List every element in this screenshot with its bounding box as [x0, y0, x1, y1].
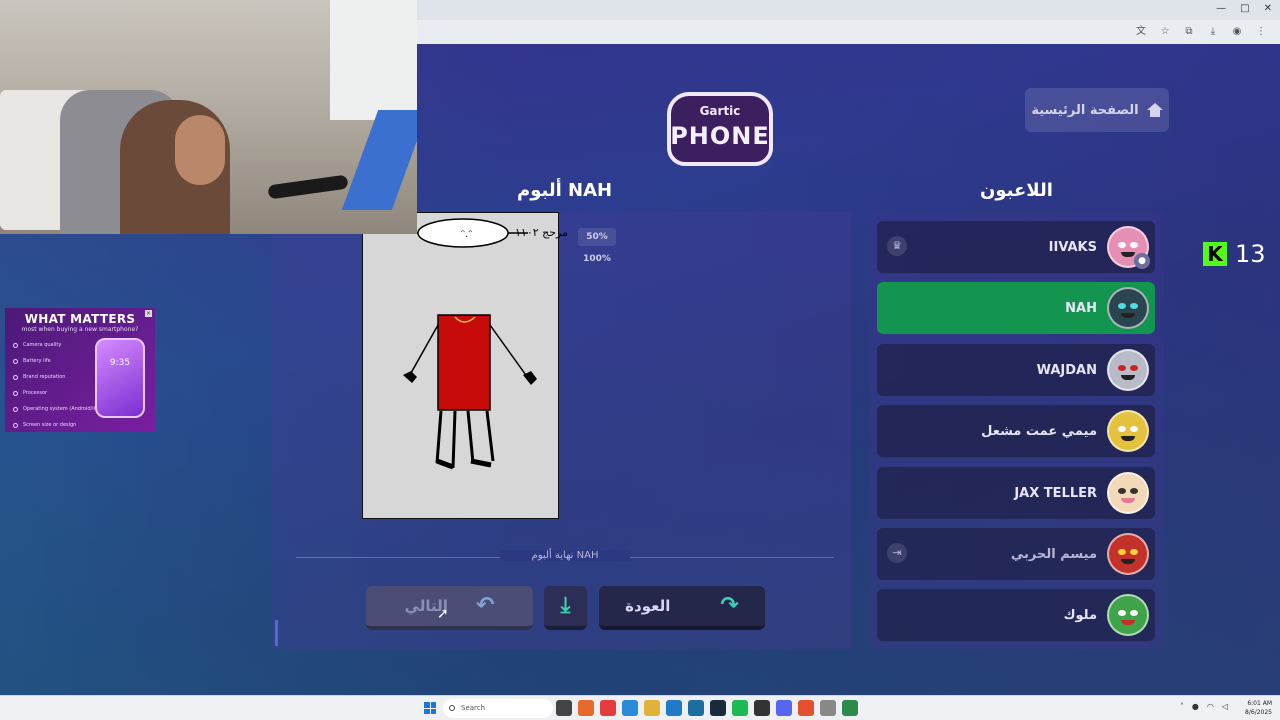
album-panel: [272, 212, 851, 650]
avatar: [1107, 410, 1149, 452]
wifi-icon[interactable]: ◠: [1207, 702, 1214, 711]
viewer-count: 13: [1235, 240, 1266, 268]
player-row[interactable]: NAH: [877, 282, 1155, 334]
home-button[interactable]: الصفحة الرئيسية: [1025, 88, 1169, 132]
avatar: ●: [1107, 226, 1150, 269]
home-icon: [1146, 103, 1163, 117]
player-row[interactable]: ملوك: [877, 589, 1155, 641]
drawing-canvas: ᵔ.ᵔ: [362, 212, 559, 519]
minimize-button[interactable]: —: [1216, 3, 1226, 14]
avatar: [1107, 472, 1149, 514]
volume-icon[interactable]: ◁: [1222, 702, 1228, 711]
task-view-icon[interactable]: [556, 700, 572, 716]
players-title: اللاعبون: [980, 180, 1053, 201]
app-icon[interactable]: [688, 700, 704, 716]
close-icon[interactable]: ×: [145, 310, 152, 317]
kick-logo-icon: K: [1203, 242, 1227, 266]
mouse-cursor-icon: ➚: [437, 606, 449, 622]
avatar: [1107, 349, 1149, 391]
discord-icon[interactable]: [776, 700, 792, 716]
avatar: [1107, 594, 1149, 636]
edge-icon[interactable]: [666, 700, 682, 716]
player-row[interactable]: ميمي عمت مشعل: [877, 405, 1155, 457]
steam-icon[interactable]: [710, 700, 726, 716]
close-window-button[interactable]: ✕: [1264, 3, 1272, 14]
album-end-label: نهاية ألبوم NAH: [500, 550, 630, 561]
ad-title: WHAT MATTERS: [24, 312, 136, 326]
redo-arrow-icon: ↷: [720, 593, 739, 618]
player-name: IIVAKS: [1048, 239, 1097, 255]
logo-big-text: PHONE: [670, 122, 770, 150]
kick-player-icon[interactable]: ⇥: [887, 543, 907, 563]
download-button[interactable]: ⤓: [544, 586, 587, 630]
window-controls: — □ ✕: [1216, 3, 1272, 14]
folder-icon[interactable]: [644, 700, 660, 716]
spotify-icon[interactable]: [732, 700, 748, 716]
clock-time: 6:01 AM: [1247, 700, 1272, 707]
menu-icon[interactable]: ⋮: [1254, 25, 1268, 39]
back-button[interactable]: العودة ↷: [599, 586, 765, 630]
browser-toolbar: 文 ☆ ⧉ ⤓ ◉ ⋮: [417, 20, 1280, 44]
user-icon: ●: [1134, 253, 1150, 269]
player-name: ميمي عمت مشعل: [981, 423, 1097, 439]
player-name: NAH: [1065, 300, 1097, 316]
zoom-50-button[interactable]: 50%: [578, 228, 616, 246]
zoom-100-button[interactable]: 100%: [578, 250, 616, 268]
profile-icon[interactable]: ◉: [1230, 25, 1244, 39]
download-icon[interactable]: ⤓: [1206, 25, 1220, 39]
webcam-overlay: [0, 0, 417, 234]
player-row[interactable]: WAJDAN: [877, 344, 1155, 396]
clock-date: 8/6/2025: [1245, 709, 1272, 716]
logo-small-text: Gartic: [699, 104, 741, 118]
app-icon[interactable]: [754, 700, 770, 716]
crown-icon: ♛: [887, 236, 907, 256]
taskbar-apps: [556, 700, 858, 716]
translate-icon[interactable]: 文: [1134, 25, 1148, 39]
album-title: ألبوم NAH: [517, 180, 613, 201]
gartic-phone-logo: Gartic PHONE: [657, 92, 783, 166]
player-name: WAJDAN: [1036, 362, 1097, 378]
ad-phone-image: 9:35: [95, 338, 145, 418]
avatar: [1107, 287, 1149, 329]
ad-item: Screen size or design: [13, 417, 147, 432]
drawing-image: ᵔ.ᵔ: [363, 218, 537, 470]
svg-text:ᵔ.ᵔ: ᵔ.ᵔ: [461, 229, 472, 240]
windows-start-icon[interactable]: [424, 702, 436, 714]
undo-arrow-icon: ↶: [475, 593, 495, 618]
taskbar-search[interactable]: Search: [443, 699, 553, 718]
search-placeholder: Search: [461, 704, 486, 712]
extensions-icon[interactable]: ⧉: [1182, 25, 1196, 39]
app-icon[interactable]: [600, 700, 616, 716]
player-row[interactable]: JAX TELLER: [877, 467, 1155, 519]
star-icon[interactable]: ☆: [1158, 25, 1172, 39]
taskbar: Search ˄ ● ◠ ◁ 6:01 AM 8/6/2025: [0, 695, 1280, 720]
player-row[interactable]: ♛ IIVAKS ●: [877, 221, 1155, 273]
drawing-caption: مرحج ١١٠٢: [515, 226, 568, 239]
system-tray: ˄ ● ◠ ◁: [1180, 702, 1228, 711]
chevron-up-icon[interactable]: ˄: [1180, 702, 1184, 711]
maximize-button[interactable]: □: [1240, 3, 1249, 14]
settings-icon[interactable]: [820, 700, 836, 716]
ad-banner[interactable]: × WHAT MATTERS most when buying a new sm…: [5, 308, 155, 432]
download-icon: ⤓: [560, 593, 571, 618]
next-button[interactable]: التالي ↶: [366, 586, 533, 630]
avatar: [1107, 533, 1149, 575]
search-icon: [449, 705, 455, 711]
player-name: ميسم الحربي: [1010, 546, 1097, 562]
kick-viewer-count: K 13: [1203, 240, 1266, 268]
app-icon[interactable]: [842, 700, 858, 716]
back-button-label: العودة: [625, 597, 671, 615]
player-name: ملوك: [1063, 607, 1097, 623]
ad-subtitle: most when buying a new smartphone?: [21, 326, 139, 333]
chrome-icon[interactable]: [622, 700, 638, 716]
brave-icon[interactable]: [798, 700, 814, 716]
app-icon[interactable]: [578, 700, 594, 716]
player-name: JAX TELLER: [1014, 485, 1097, 501]
player-row[interactable]: ⇥ ميسم الحربي: [877, 528, 1155, 580]
tray-app-icon[interactable]: ●: [1192, 702, 1199, 711]
scroll-indicator[interactable]: [275, 620, 278, 646]
ad-phone-time: 9:35: [109, 358, 131, 368]
home-button-label: الصفحة الرئيسية: [1031, 102, 1139, 118]
clock[interactable]: 6:01 AM 8/6/2025: [1245, 699, 1272, 717]
